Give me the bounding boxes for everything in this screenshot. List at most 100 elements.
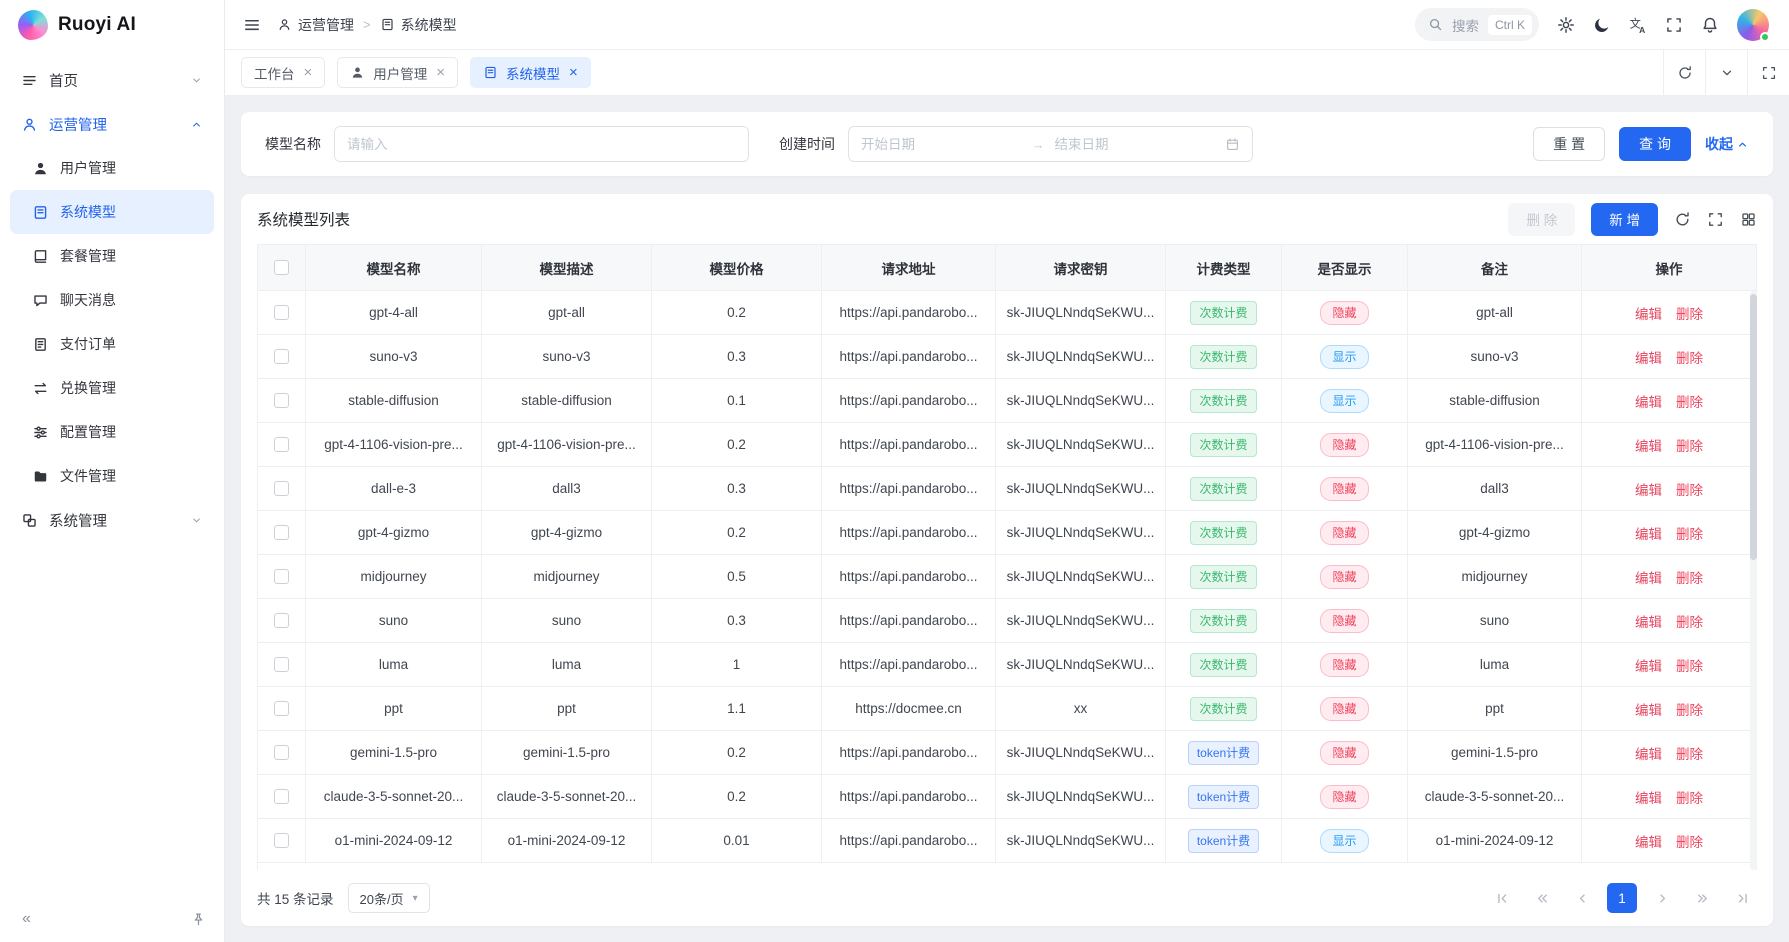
logo-icon bbox=[18, 10, 48, 40]
sidebar-collapse-button[interactable]: « bbox=[16, 907, 37, 931]
edit-link[interactable]: 编辑 bbox=[1635, 483, 1662, 498]
row-checkbox[interactable] bbox=[274, 613, 289, 628]
table-fullscreen-icon[interactable] bbox=[1707, 211, 1724, 228]
edit-link[interactable]: 编辑 bbox=[1635, 791, 1662, 806]
sidebar-item-label: 运营管理 bbox=[49, 114, 107, 135]
user-avatar[interactable] bbox=[1737, 9, 1769, 41]
reset-button[interactable]: 重 置 bbox=[1533, 127, 1605, 161]
breadcrumb-item[interactable]: 运营管理 bbox=[277, 15, 354, 35]
hamburger-menu-icon[interactable] bbox=[243, 16, 261, 34]
content-fullscreen-icon[interactable] bbox=[1747, 50, 1789, 95]
cell-request-url: https://api.pandarobo... bbox=[822, 819, 996, 863]
edit-link[interactable]: 编辑 bbox=[1635, 439, 1662, 454]
cell-remark: midjourney bbox=[1408, 555, 1582, 599]
fullscreen-icon[interactable] bbox=[1665, 16, 1683, 34]
sidebar-item[interactable]: 系统管理 bbox=[10, 498, 214, 542]
next-page-icon[interactable] bbox=[1647, 883, 1677, 913]
refresh-page-icon[interactable] bbox=[1663, 50, 1705, 95]
row-checkbox[interactable] bbox=[274, 525, 289, 540]
row-checkbox[interactable] bbox=[274, 393, 289, 408]
billing-type-tag: token计费 bbox=[1188, 829, 1259, 853]
delete-link[interactable]: 删除 bbox=[1676, 791, 1703, 806]
row-checkbox[interactable] bbox=[274, 349, 289, 364]
close-icon[interactable]: × bbox=[569, 65, 578, 80]
row-checkbox[interactable] bbox=[274, 481, 289, 496]
sidebar-item[interactable]: 用户管理 bbox=[10, 146, 214, 190]
jump-back-icon[interactable] bbox=[1527, 883, 1557, 913]
row-checkbox[interactable] bbox=[274, 657, 289, 672]
edit-link[interactable]: 编辑 bbox=[1635, 835, 1662, 850]
sidebar-item[interactable]: 兑换管理 bbox=[10, 366, 214, 410]
global-search[interactable]: 搜索 Ctrl K bbox=[1415, 8, 1539, 41]
edit-link[interactable]: 编辑 bbox=[1635, 747, 1662, 762]
delete-link[interactable]: 删除 bbox=[1676, 659, 1703, 674]
sidebar-item[interactable]: 系统模型 bbox=[10, 190, 214, 234]
delete-link[interactable]: 删除 bbox=[1676, 483, 1703, 498]
sidebar-item[interactable]: 配置管理 bbox=[10, 410, 214, 454]
sidebar-item-label: 套餐管理 bbox=[60, 246, 116, 266]
page-size-select[interactable]: 20条/页 ▾ bbox=[348, 883, 430, 913]
delete-link[interactable]: 删除 bbox=[1676, 571, 1703, 586]
model-name-input[interactable] bbox=[334, 126, 749, 162]
edit-link[interactable]: 编辑 bbox=[1635, 571, 1662, 586]
tab[interactable]: 用户管理× bbox=[337, 57, 458, 88]
date-range-picker[interactable]: → bbox=[848, 126, 1253, 162]
select-all-checkbox[interactable] bbox=[274, 260, 289, 275]
sidebar-item[interactable]: 首页 bbox=[10, 58, 214, 102]
delete-link[interactable]: 删除 bbox=[1676, 307, 1703, 322]
translate-icon[interactable]: 文A bbox=[1629, 16, 1647, 34]
edit-link[interactable]: 编辑 bbox=[1635, 703, 1662, 718]
row-checkbox[interactable] bbox=[274, 789, 289, 804]
row-checkbox[interactable] bbox=[274, 701, 289, 716]
prev-page-icon[interactable] bbox=[1567, 883, 1597, 913]
delete-link[interactable]: 删除 bbox=[1676, 351, 1703, 366]
edit-link[interactable]: 编辑 bbox=[1635, 307, 1662, 322]
edit-link[interactable]: 编辑 bbox=[1635, 615, 1662, 630]
edit-link[interactable]: 编辑 bbox=[1635, 527, 1662, 542]
edit-link[interactable]: 编辑 bbox=[1635, 395, 1662, 410]
end-date-input[interactable] bbox=[1055, 137, 1216, 152]
edit-link[interactable]: 编辑 bbox=[1635, 351, 1662, 366]
delete-link[interactable]: 删除 bbox=[1676, 615, 1703, 630]
collapse-filter-link[interactable]: 收起 bbox=[1705, 134, 1749, 154]
sidebar-item[interactable]: 文件管理 bbox=[10, 454, 214, 498]
last-page-icon[interactable] bbox=[1727, 883, 1757, 913]
sidebar-item[interactable]: 套餐管理 bbox=[10, 234, 214, 278]
batch-delete-button[interactable]: 删 除 bbox=[1508, 203, 1575, 236]
tabs-dropdown-icon[interactable] bbox=[1705, 50, 1747, 95]
pin-icon[interactable] bbox=[189, 910, 208, 929]
tab[interactable]: 系统模型× bbox=[470, 57, 591, 88]
close-icon[interactable]: × bbox=[304, 65, 313, 80]
row-checkbox[interactable] bbox=[274, 305, 289, 320]
row-checkbox[interactable] bbox=[274, 437, 289, 452]
dark-mode-moon-icon[interactable] bbox=[1593, 16, 1611, 34]
refresh-table-icon[interactable] bbox=[1674, 211, 1691, 228]
delete-link[interactable]: 删除 bbox=[1676, 439, 1703, 454]
sidebar-item[interactable]: 聊天消息 bbox=[10, 278, 214, 322]
add-button[interactable]: 新 增 bbox=[1591, 203, 1658, 236]
page-number-button[interactable]: 1 bbox=[1607, 883, 1637, 913]
jump-forward-icon[interactable] bbox=[1687, 883, 1717, 913]
row-checkbox[interactable] bbox=[274, 569, 289, 584]
row-checkbox[interactable] bbox=[274, 833, 289, 848]
delete-link[interactable]: 删除 bbox=[1676, 703, 1703, 718]
edit-link[interactable]: 编辑 bbox=[1635, 659, 1662, 674]
row-checkbox[interactable] bbox=[274, 745, 289, 760]
first-page-icon[interactable] bbox=[1487, 883, 1517, 913]
query-button[interactable]: 查 询 bbox=[1619, 127, 1691, 161]
delete-link[interactable]: 删除 bbox=[1676, 527, 1703, 542]
column-settings-icon[interactable] bbox=[1740, 211, 1757, 228]
close-icon[interactable]: × bbox=[436, 65, 445, 80]
breadcrumb-item[interactable]: 系统模型 bbox=[380, 15, 457, 35]
tab[interactable]: 工作台× bbox=[241, 57, 325, 88]
scrollbar-thumb[interactable] bbox=[1750, 294, 1757, 560]
start-date-input[interactable] bbox=[861, 137, 1022, 152]
settings-gear-icon[interactable] bbox=[1557, 16, 1575, 34]
sidebar-item[interactable]: 运营管理 bbox=[10, 102, 214, 146]
delete-link[interactable]: 删除 bbox=[1676, 395, 1703, 410]
delete-link[interactable]: 删除 bbox=[1676, 747, 1703, 762]
app-logo[interactable]: Ruoyi AI bbox=[0, 0, 224, 50]
delete-link[interactable]: 删除 bbox=[1676, 835, 1703, 850]
notification-bell-icon[interactable] bbox=[1701, 16, 1719, 34]
sidebar-item[interactable]: 支付订单 bbox=[10, 322, 214, 366]
